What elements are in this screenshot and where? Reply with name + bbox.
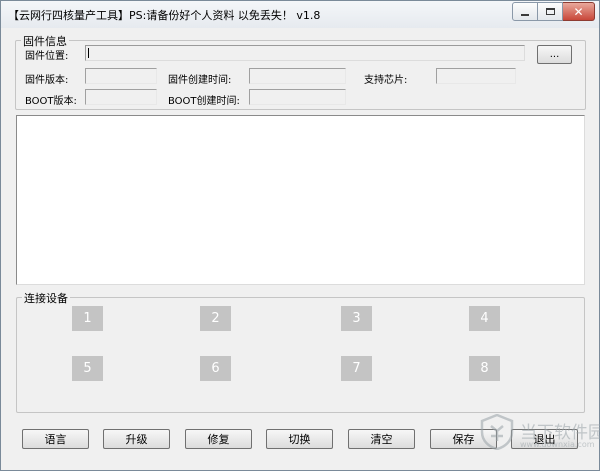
connected-devices-legend: 连接设备 — [22, 290, 70, 306]
device-slot-1: 1 — [72, 306, 103, 331]
minimize-button[interactable] — [512, 2, 538, 21]
firmware-location-field[interactable] — [85, 45, 525, 61]
firmware-created-field — [249, 68, 346, 84]
window-title: 【云网行四核量产工具】PS:请备份好个人资料 以免丢失！ v1.8 — [8, 9, 321, 22]
boot-version-field — [85, 89, 157, 105]
repair-button[interactable]: 修复 — [185, 429, 252, 449]
device-slot-4: 4 — [469, 306, 500, 331]
boot-version-label: BOOT版本: — [25, 96, 77, 107]
supported-chip-field — [436, 68, 516, 84]
firmware-created-label: 固件创建时间: — [168, 75, 232, 86]
device-slot-7: 7 — [341, 356, 372, 381]
log-textarea[interactable] — [16, 115, 585, 285]
firmware-version-label: 固件版本: — [25, 75, 69, 86]
boot-created-label: BOOT创建时间: — [168, 96, 240, 107]
upgrade-button[interactable]: 升级 — [103, 429, 170, 449]
firmware-location-label: 固件位置: — [25, 51, 69, 62]
shield-logo-icon — [480, 414, 514, 450]
watermark-logo: 当下软件园 www.downxia.com — [480, 412, 600, 462]
maximize-icon — [545, 8, 555, 15]
close-icon: ✕ — [573, 4, 584, 19]
watermark-site: www.downxia.com — [520, 440, 595, 449]
device-slot-3: 3 — [341, 306, 372, 331]
minimize-icon — [521, 13, 529, 16]
switch-button[interactable]: 切换 — [266, 429, 333, 449]
title-bar[interactable]: 【云网行四核量产工具】PS:请备份好个人资料 以免丢失！ v1.8 ✕ — [1, 1, 599, 28]
device-slot-2: 2 — [200, 306, 231, 331]
device-slot-5: 5 — [72, 356, 103, 381]
app-window: 【云网行四核量产工具】PS:请备份好个人资料 以免丢失！ v1.8 ✕ 固件信息… — [0, 0, 600, 471]
language-button[interactable]: 语言 — [22, 429, 89, 449]
firmware-version-field — [85, 68, 157, 84]
maximize-button[interactable] — [538, 2, 563, 21]
browse-button[interactable]: ... — [537, 45, 572, 64]
device-slot-8: 8 — [469, 356, 500, 381]
supported-chip-label: 支持芯片: — [364, 75, 408, 86]
device-slot-6: 6 — [200, 356, 231, 381]
text-caret — [88, 48, 89, 58]
boot-created-field — [249, 89, 346, 105]
close-button[interactable]: ✕ — [563, 2, 595, 21]
clear-button[interactable]: 清空 — [348, 429, 415, 449]
